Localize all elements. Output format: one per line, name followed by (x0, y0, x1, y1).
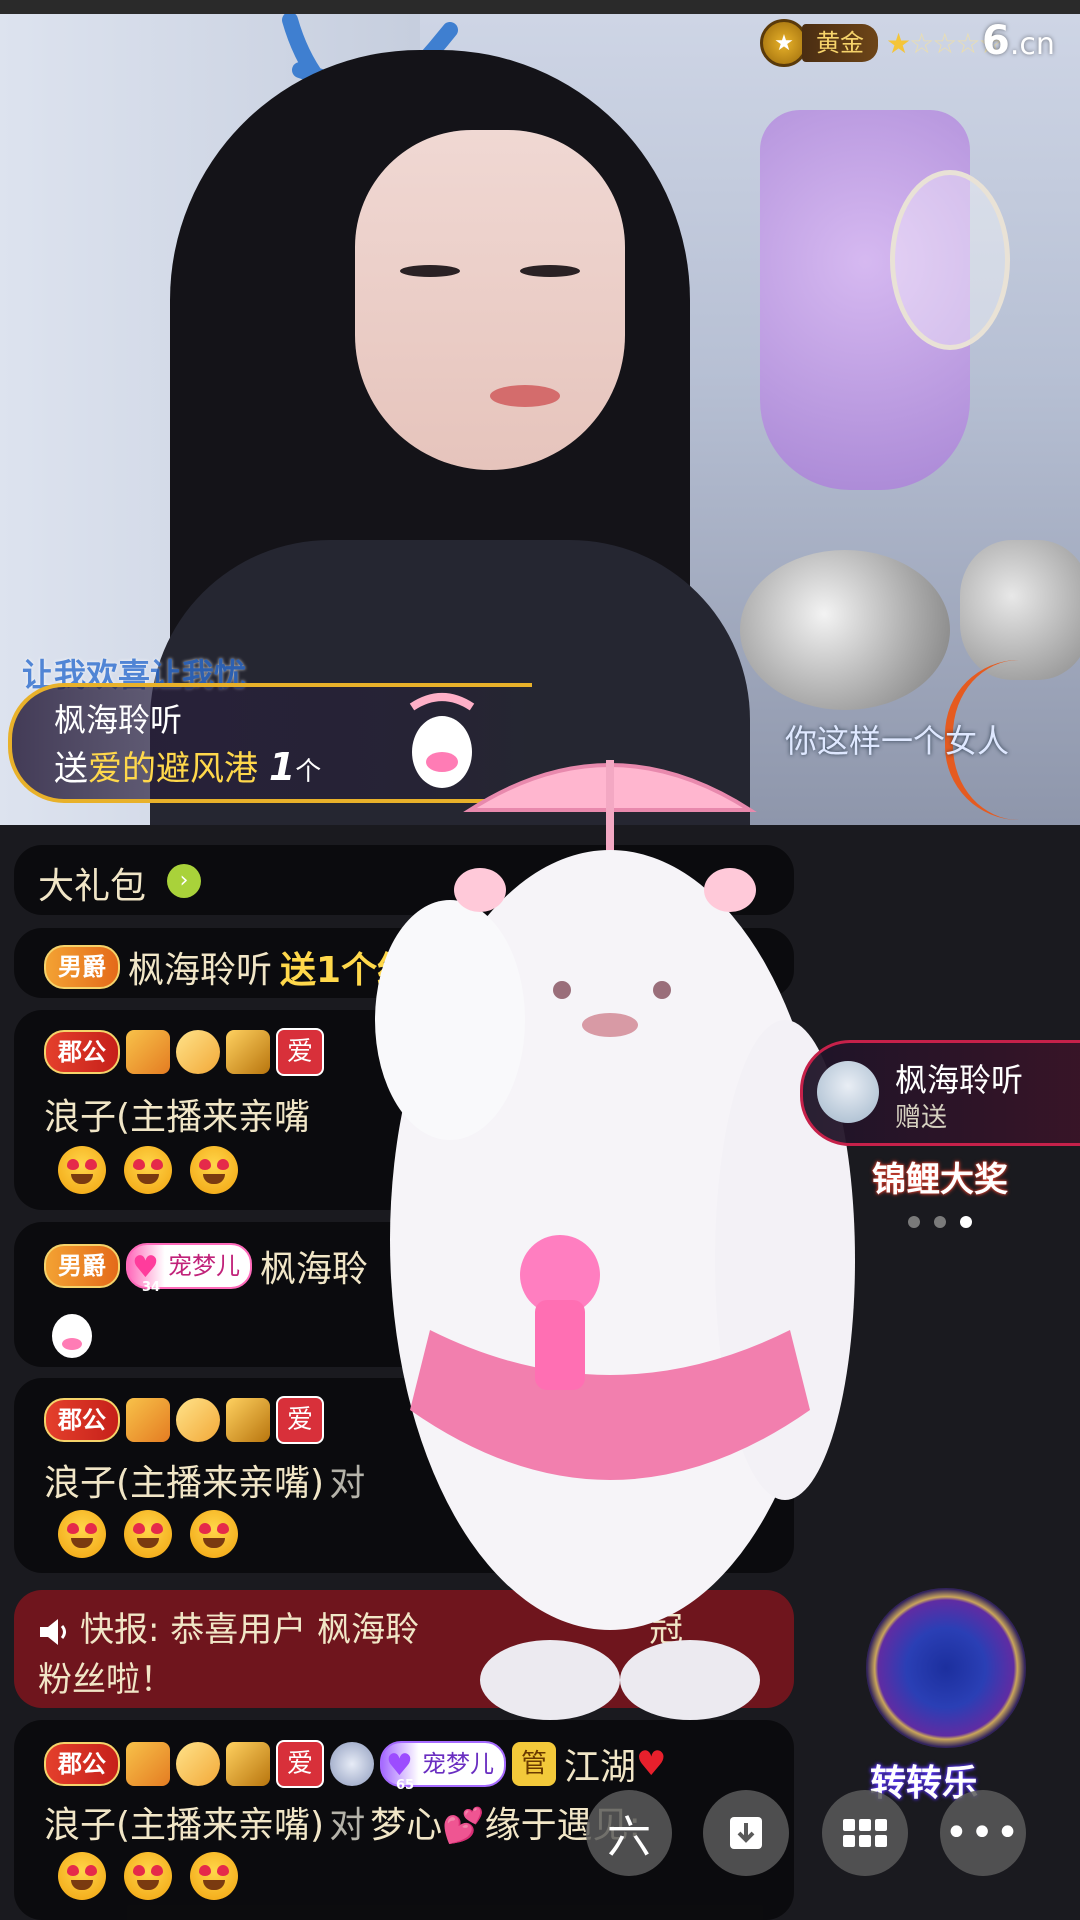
chat-message[interactable]: 男爵 ♥ 34 宠梦儿 枫海聆 (14, 1222, 794, 1367)
hearts-icon: 💕 (442, 1806, 485, 1846)
noble-badge: 男爵 (44, 1244, 120, 1288)
chat-username[interactable]: 枫海聆听 (128, 950, 272, 991)
microphone (740, 550, 950, 710)
heart-eyes-emoji (190, 1146, 238, 1194)
chat-text: 浪子(主播来亲嘴) 对 (44, 1463, 366, 1504)
avatar (817, 1061, 879, 1123)
grid-icon (843, 1819, 887, 1847)
chat-row: 男爵 ♥ 34 宠梦儿 枫海聆 (44, 1240, 368, 1295)
site-logo: 6.cn (982, 18, 1055, 64)
noble-badge: 郡公 (44, 1398, 120, 1442)
noble-badge: 郡公 (44, 1030, 120, 1074)
emoji-row (58, 1510, 238, 1558)
medal-icon: ★ (760, 19, 808, 67)
gift-box-icon (126, 1742, 170, 1786)
love-badge: 爱 (276, 1028, 324, 1076)
streamer-face (355, 130, 625, 470)
admin-badge: 管 (512, 1742, 556, 1786)
more-button[interactable]: ••• (940, 1790, 1026, 1876)
gold-bar-icon (226, 1398, 270, 1442)
chat-row: 郡公 爱 ♥ 65 宠梦儿管江湖♥ (44, 1738, 667, 1793)
chat-message[interactable]: 郡公 爱 浪子(主播来亲嘴) 对 (14, 1378, 794, 1573)
heart-eyes-emoji (124, 1510, 172, 1558)
rank-label: 黄金 (802, 24, 878, 62)
heart-eyes-emoji (190, 1510, 238, 1558)
chat-text: 浪子(主播来亲嘴 (44, 1097, 311, 1138)
notify-username: 枫海聆听 (895, 1061, 1024, 1099)
heart-eyes-emoji (124, 1852, 172, 1900)
heart-icon: ♥ (636, 1744, 667, 1784)
love-badge: 爱 (276, 1740, 324, 1788)
lamp (890, 170, 1010, 350)
noble-badge: 郡公 (44, 1742, 120, 1786)
fan-badge: ♥ 34 宠梦儿 (126, 1243, 252, 1295)
gift-line: 送爱的避风港 1个 (54, 745, 322, 789)
news-flash[interactable]: 快报: 恭喜用户 枫海聆冠 粉丝啦！ (14, 1590, 794, 1708)
carousel-dots (908, 1216, 972, 1228)
status-strip (0, 0, 1080, 14)
gift-box-icon (126, 1030, 170, 1074)
gold-bar-icon (226, 1742, 270, 1786)
rank-badge[interactable]: ★ 黄金 ★☆☆☆☆ (760, 19, 1004, 67)
eye (400, 265, 460, 277)
eye (520, 265, 580, 277)
fan-badge: ♥ 65 宠梦儿 (380, 1741, 506, 1793)
chat-message[interactable]: 男爵 枫海聆听 送1个红包 (14, 928, 794, 998)
six-logo-button[interactable]: 六 (586, 1790, 672, 1876)
chat-row: 男爵 枫海聆听 送1个红包 (44, 941, 449, 993)
gift-sender: 枫海聆听 (54, 701, 183, 739)
gift-notification[interactable]: 枫海聆听 赠送 (800, 1040, 1080, 1146)
download-icon (730, 1817, 762, 1849)
emoji-row (58, 1852, 238, 1900)
emoji-row (58, 1146, 238, 1194)
chat-action: 送1个红包 (280, 950, 450, 991)
heart-eyes-emoji (124, 1146, 172, 1194)
chat-row: 郡公 爱 (44, 1396, 324, 1444)
heart-eyes-emoji (58, 1146, 106, 1194)
gift-banner: 枫海聆听 送爱的避风港 1个 (8, 683, 532, 803)
notify-action: 赠送 (895, 1103, 948, 1133)
chevron-right-icon: › (167, 864, 201, 898)
lyric-line-2: 你这样一个女人 (785, 722, 1010, 760)
lips (490, 385, 560, 407)
crown-icon (176, 1030, 220, 1074)
gift-package-button[interactable]: 大礼包 › (14, 845, 794, 915)
koi-prize-label: 锦鲤大奖 (872, 1160, 1008, 1200)
crown-icon (176, 1742, 220, 1786)
shield-icon (330, 1742, 374, 1786)
microphone-stand (960, 540, 1080, 680)
noble-badge: 男爵 (44, 945, 120, 989)
bear-gift-icon (409, 693, 475, 788)
news-line-2: 粉丝啦！ (38, 1660, 174, 1700)
chat-row: 郡公 爱 (44, 1028, 324, 1076)
heart-eyes-emoji (190, 1852, 238, 1900)
menu-grid-button[interactable] (822, 1790, 908, 1876)
chat-message[interactable]: 郡公 爱 浪子(主播来亲嘴 (14, 1010, 794, 1210)
turntable-wheel-icon[interactable] (866, 1588, 1026, 1748)
download-button[interactable] (703, 1790, 789, 1876)
speaker-icon (40, 1618, 66, 1645)
love-badge: 爱 (276, 1396, 324, 1444)
heart-eyes-emoji (58, 1852, 106, 1900)
chat-username[interactable]: 枫海聆 (260, 1249, 368, 1290)
heart-eyes-emoji (58, 1510, 106, 1558)
gold-bar-icon (226, 1030, 270, 1074)
bear-gift-icon (52, 1314, 92, 1358)
news-line-1: 快报: 恭喜用户 枫海聆冠 (38, 1602, 683, 1651)
chat-username[interactable]: 江湖 (564, 1747, 636, 1788)
crown-icon (176, 1398, 220, 1442)
gift-box-icon (126, 1398, 170, 1442)
chat-text: 浪子(主播来亲嘴) 对 梦心💕缘于遇见: (44, 1805, 641, 1846)
gift-package-label: 大礼包 (38, 866, 147, 907)
chat-message[interactable]: 郡公 爱 ♥ 65 宠梦儿管江湖♥ 浪子(主播来亲嘴) 对 梦心💕缘于遇见: (14, 1720, 794, 1920)
